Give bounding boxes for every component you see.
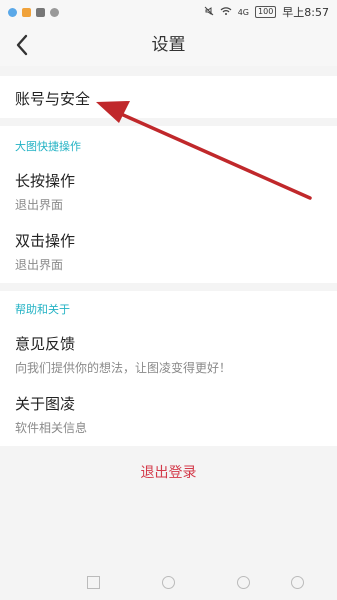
annotation-arrow: [96, 101, 312, 200]
system-nav-bar: [0, 566, 337, 600]
circle-icon[interactable]: [291, 576, 304, 589]
home-icon[interactable]: [162, 576, 175, 589]
square-icon[interactable]: [87, 576, 100, 589]
circle-icon[interactable]: [237, 576, 250, 589]
